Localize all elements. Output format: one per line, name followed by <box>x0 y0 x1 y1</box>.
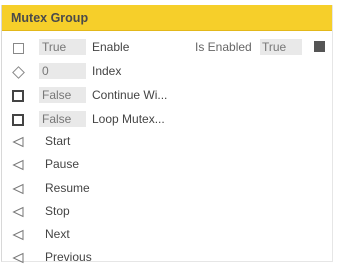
enable-value-field[interactable]: True <box>39 39 86 55</box>
start-label: Start <box>45 134 71 148</box>
square-filled-icon[interactable] <box>314 41 325 52</box>
triangle-left-icon[interactable] <box>11 135 25 149</box>
resume-label: Resume <box>45 181 90 195</box>
next-label: Next <box>45 227 70 241</box>
mutex-group-node[interactable]: Mutex Group True Enable Is Enabled True … <box>1 5 333 265</box>
exec-row-start: Start <box>2 130 332 152</box>
loop-value-field[interactable]: False <box>39 111 86 127</box>
node-header[interactable]: Mutex Group <box>2 5 332 31</box>
checkbox-bold-icon[interactable] <box>11 113 25 127</box>
loop-label: Loop Mutex... <box>92 112 165 126</box>
checkbox-bold-icon[interactable] <box>11 89 25 103</box>
exec-row-pause: Pause <box>2 153 332 175</box>
input-row-enable: True Enable Is Enabled True <box>2 36 332 58</box>
triangle-left-icon[interactable] <box>11 251 25 265</box>
input-row-loop: False Loop Mutex... <box>2 108 332 130</box>
triangle-left-icon[interactable] <box>11 158 25 172</box>
triangle-left-icon[interactable] <box>11 205 25 219</box>
previous-label: Previous <box>45 250 92 264</box>
diamond-icon[interactable] <box>11 65 25 79</box>
triangle-left-icon[interactable] <box>11 228 25 242</box>
exec-row-next: Next <box>2 223 332 245</box>
index-label: Index <box>92 64 122 78</box>
index-value-field[interactable]: 0 <box>39 63 86 79</box>
is-enabled-label: Is Enabled <box>195 40 252 54</box>
continue-label: Continue Wi... <box>92 88 168 102</box>
exec-row-resume: Resume <box>2 177 332 199</box>
checkbox-empty-icon[interactable] <box>11 41 25 55</box>
input-row-continue: False Continue Wi... <box>2 84 332 106</box>
pause-label: Pause <box>45 157 80 171</box>
is-enabled-value: True <box>260 39 302 55</box>
triangle-left-icon[interactable] <box>11 182 25 196</box>
stop-label: Stop <box>45 204 70 218</box>
continue-value-field[interactable]: False <box>39 87 86 103</box>
enable-label: Enable <box>92 40 130 54</box>
node-title: Mutex Group <box>11 11 89 25</box>
input-row-index: 0 Index <box>2 60 332 82</box>
exec-row-stop: Stop <box>2 200 332 222</box>
